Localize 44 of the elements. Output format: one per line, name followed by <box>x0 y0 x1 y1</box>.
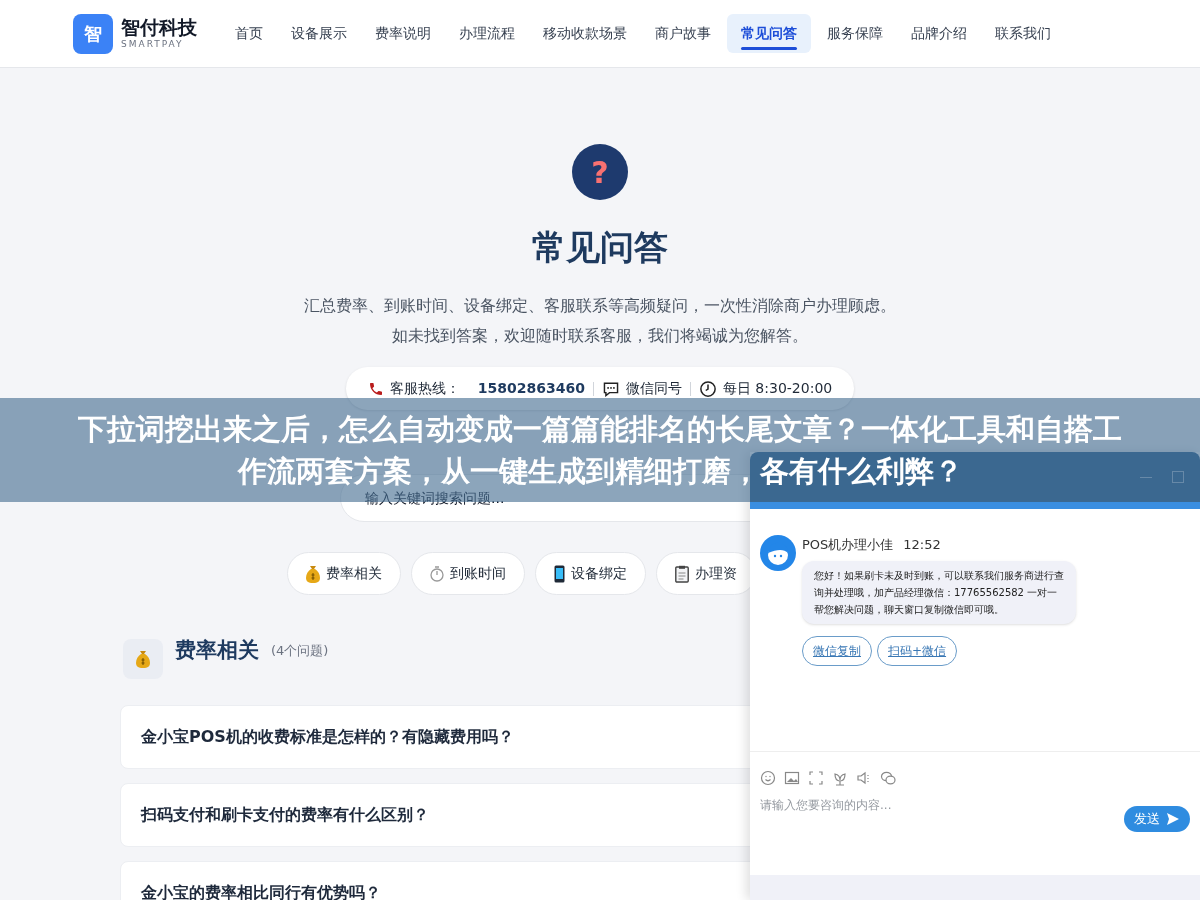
nav-link[interactable]: 设备展示 <box>279 14 359 53</box>
smiley-icon[interactable] <box>760 770 776 786</box>
contact-label: 每日 8:30-20:00 <box>722 379 833 398</box>
contact-label: 客服热线： <box>389 379 460 398</box>
category-chip[interactable]: 费率相关 <box>287 552 401 595</box>
nav-link[interactable]: 费率说明 <box>363 14 443 53</box>
brand-name: 智付科技 <box>121 18 197 37</box>
nav-link[interactable]: 常见问答 <box>727 14 811 53</box>
nav-link[interactable]: 商户故事 <box>643 14 723 53</box>
stopwatch-icon <box>430 565 444 582</box>
phone-icon <box>367 380 384 397</box>
question-mark-icon: ? <box>572 144 628 200</box>
sender-name: POS机办理小佳 <box>802 536 894 554</box>
send-icon <box>1166 812 1180 826</box>
contact-label: 微信同号 <box>625 379 682 398</box>
agent-avatar-icon <box>760 535 796 571</box>
hotline-number: 15802863460 <box>477 379 585 398</box>
nav-link[interactable]: 办理流程 <box>447 14 527 53</box>
page-description: 汇总费率、到账时间、设备绑定、客服联系等高频疑问，一次性消除商户办理顾虑。如未找到答案，欢迎随时联系客服，我们将竭诚为您解答。 <box>303 295 897 347</box>
message-time: 12:52 <box>903 536 941 554</box>
nav-link[interactable]: 联系我们 <box>983 14 1063 53</box>
brand-tagline: SMARTPAY <box>121 40 185 49</box>
money-bag-icon <box>306 564 320 583</box>
nav-link[interactable]: 品牌介绍 <box>899 14 979 53</box>
wechat-icon[interactable] <box>880 770 896 786</box>
category-chip[interactable]: 到账时间 <box>411 552 525 595</box>
message-bubble: 您好！如果刷卡未及时到账，可以联系我们服务商进行查询并处理哦，加产品经理微信：17765562582 一对一帮您解决问题，聊天窗口复制微信即可哦。 <box>802 560 1076 624</box>
clipboard-icon <box>675 564 689 583</box>
page-title: 常见问答 <box>532 226 668 269</box>
nav-link[interactable]: 移动收款场景 <box>531 14 639 53</box>
nav-link[interactable]: 首页 <box>223 14 275 53</box>
logo-icon: 智 <box>73 13 113 54</box>
image-icon[interactable] <box>784 770 800 786</box>
question-count: (4个问题) <box>271 642 329 661</box>
section-title: 费率相关 <box>175 637 259 665</box>
send-button[interactable]: 发送 <box>1124 806 1190 832</box>
screenshot-icon[interactable] <box>808 770 824 786</box>
speaker-icon[interactable] <box>856 770 872 786</box>
nav-link[interactable]: 服务保障 <box>815 14 895 53</box>
clock-icon <box>698 379 717 398</box>
active-underline <box>741 47 797 50</box>
category-chip[interactable]: 设备绑定 <box>535 552 646 595</box>
chat-icon <box>601 380 620 397</box>
mobile-phone-icon <box>554 564 565 583</box>
